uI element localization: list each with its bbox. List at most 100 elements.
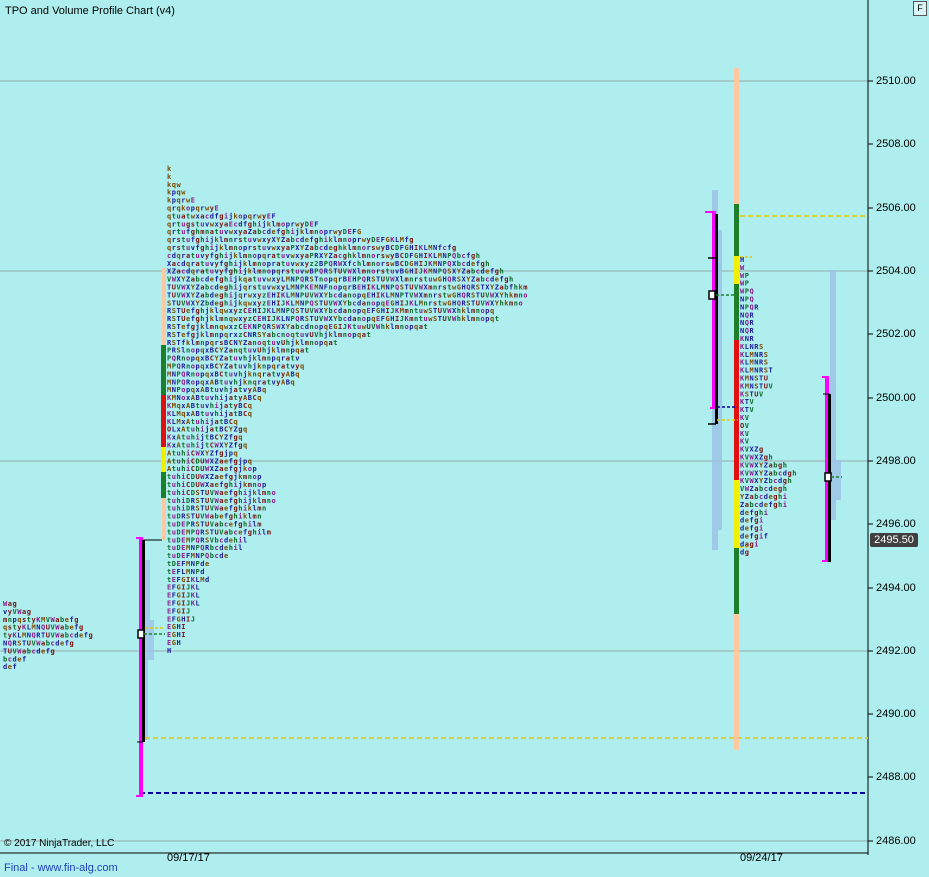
tpo-row: OV: [740, 422, 750, 430]
tpo-row: H: [740, 256, 744, 264]
tpo-row: tDEFMNPde: [167, 560, 209, 568]
tpo-row: NQR: [740, 319, 755, 327]
tpo-row: mnpqstyKMVWabefg: [3, 616, 78, 624]
week2-value-area: [734, 204, 739, 614]
tpo-row: KVWXZgh: [740, 454, 773, 462]
tpo-row: KSTUV: [740, 390, 764, 398]
tpo-row: H: [167, 647, 171, 655]
tpo-row: tuDEMNPQRbcdehil: [167, 544, 242, 552]
chart-window: Wag vyVWag mnpqstyKMVWabefg qstyKLMNQUVWabe…: [0, 0, 929, 877]
tpo-row: NPQR: [740, 303, 759, 311]
price-tick-label: 2502.00: [876, 328, 916, 340]
tpo-row: NQRSTUVWabcdefg: [3, 640, 74, 648]
price-tick-label: 2486.00: [876, 835, 916, 847]
tpo-row: tEFLMNPd: [167, 568, 204, 576]
tpo-row: EFGIJKL: [167, 592, 200, 600]
tpo-row: RSTefgjklmnpqrxzCNRSYabcnoqtuvUVhjklmnop…: [167, 331, 371, 339]
copyright-text: © 2017 NinjaTrader, LLC: [4, 838, 115, 849]
tpo-row: AtuhiCDUWXZaefgjkop: [167, 465, 257, 473]
tpo-row: tuhiDRSTUVWaefghiklmn: [167, 505, 266, 513]
price-tick-label: 2508.00: [876, 138, 916, 150]
tpo-row: qrstufghijklmnrstuvwxyXYZabcdefghiklmnop…: [167, 236, 413, 244]
tpo-row: qrtufghmnatuvwxyaZabcdefghijklmnoprwyDEF…: [167, 228, 361, 236]
tpo-row: KVWXYZabgh: [740, 461, 787, 469]
tpo-row: bcdef: [3, 655, 26, 663]
tpo-row: tEFGIKLMd: [167, 576, 209, 584]
tpo-row: def: [3, 663, 17, 671]
tpo-row: EGHI: [167, 631, 185, 639]
tpo-row: KxAtuhijtCWXYZfgq: [167, 442, 247, 450]
tpo-row: EGHI: [167, 623, 185, 631]
price-tick-label: 2506.00: [876, 202, 916, 214]
week1-value-area: [161, 345, 166, 498]
price-tick-label: 2500.00: [876, 392, 916, 404]
tpo-profile-prior: WagvyVWagmnpqstyKMVWabefgqstyKLMNQUVWabe…: [3, 600, 93, 671]
tpo-row: Zabcdefghi: [740, 501, 787, 509]
tpo-row: KLMNRST: [740, 367, 773, 375]
tpo-row: k: [167, 173, 172, 181]
tpo-row: kpqrwE: [167, 197, 195, 205]
price-tick-label: 2496.00: [876, 518, 916, 530]
tpo-row: KTV: [740, 406, 755, 414]
tpo-row: qrtugstuvwxyaEcdfghijklmoprwyDEF: [167, 220, 318, 228]
tpo-row: KMNSTU: [740, 375, 768, 383]
tpo-row: KVXZg: [740, 446, 763, 454]
tpo-row: tuhiCDSTUVWaefghijklmno: [167, 489, 276, 497]
tpo-row: Xacdqratuvyfghijklmnopratuvwxyz2BPQRWXfc…: [167, 260, 489, 268]
tpo-row: STUVWXYZbdeghijkqwxyzEHIJKLMNPQSTUVWXYbc…: [167, 299, 523, 307]
volume-profile-week1: [144, 560, 154, 740]
tpo-row: tuhiCDUWXZaefgjkmnop: [167, 473, 261, 481]
tpo-row: tuDEMPQRSVbcdehil: [167, 536, 247, 544]
date-label-week2: 09/24/17: [740, 852, 783, 864]
tpo-row: tuDRSTUVWabefghiklmn: [167, 513, 261, 521]
price-axis-ticks: [868, 80, 873, 842]
tpo-row: AtuhiCDUWXZaefgjpq: [167, 457, 252, 465]
tpo-profile-week2: HWWPWPWPQNPQNPQRNQRNQRNQRKNRKLNRSKLMNRSK…: [740, 256, 796, 556]
footer-link[interactable]: Final - www.fin-alg.com: [4, 862, 118, 874]
tpo-row: KV: [740, 430, 750, 438]
price-tick-label: 2498.00: [876, 455, 916, 467]
tpo-row: NQR: [740, 311, 755, 319]
tpo-row: PQRnopqxBCYZatuvhjklmnpqratv: [167, 355, 299, 363]
tpo-row: cdqratuvyfghijklmnopqratuvwxyaPRXYZacghk…: [167, 252, 480, 260]
tpo-row: NQR: [740, 327, 755, 335]
tpo-row: KMqxABtuvhijatyBCq: [167, 402, 252, 410]
tpo-row: defgi: [740, 517, 763, 525]
tpo-row: tuhiCDUWXaefghijkmnop: [167, 481, 266, 489]
price-tick-label: 2510.00: [876, 75, 916, 87]
tpo-row: RSTUefghjklmnqwxyzCEHIJKLNPQRSTUVWXYbcda…: [167, 315, 499, 323]
current-price-badge: 2495.50: [870, 533, 918, 547]
tpo-row: YZabcdeghi: [740, 493, 787, 501]
date-label-week1: 09/17/17: [167, 852, 210, 864]
tpo-row: kpqw: [167, 189, 186, 197]
tpo-row: qrstuvfghijklmnoprstuvwxyaPXYZabcdeghklm…: [167, 244, 456, 252]
tpo-row: TUVWXYZabdeghijqrwxyzEHIKLMNPUVWXYbcdano…: [167, 291, 527, 299]
tpo-row: KLMxAtuhijatBCq: [167, 418, 238, 426]
plot-area[interactable]: WagvyVWagmnpqstyKMVWabefgqstyKLMNQUVWabe…: [0, 0, 929, 877]
tpo-row: RSTefgjklmnqwxzCEKNPQRSWXYabcdnopqEGIJKt…: [167, 323, 428, 331]
tpo-row: WP: [740, 280, 749, 288]
tpo-row: dg: [740, 548, 749, 556]
tpo-row: KNR: [740, 335, 755, 343]
tpo-row: PRSlnopqxBCYZanqtuvUhjklmnpqat: [167, 347, 309, 355]
tpo-row: EFGHIJ: [167, 615, 195, 623]
tpo-row: WPQ: [740, 288, 754, 296]
tpo-row: RSTfklmnpqrsBCNYZanoqtuvUhjklmnopqat: [167, 339, 337, 347]
tpo-row: KxAtuhijtBCYZfgq: [167, 434, 242, 442]
tpo-row: KV: [740, 414, 750, 422]
tpo-row: AtuhiCWXYZfgjpq: [167, 449, 238, 457]
tpo-row: EGH: [167, 639, 181, 647]
tpo-row: tyKLMNQRTUVWabcdefg: [3, 632, 93, 640]
f-button[interactable]: F: [913, 1, 927, 16]
tpo-row: NPQ: [740, 296, 754, 304]
tpo-row: VWZabcdegh: [740, 485, 787, 493]
tpo-row: EFGIJ: [167, 607, 190, 615]
tpo-row: WP: [740, 272, 749, 280]
tpo-row: KMNSTUV: [740, 382, 774, 390]
tpo-row: Wag: [3, 600, 17, 608]
tpo-row: defghi: [740, 509, 768, 517]
tpo-row: defgi: [740, 525, 763, 533]
tpo-row: KLMNRS: [740, 359, 768, 367]
price-tick-label: 2492.00: [876, 645, 916, 657]
tpo-row: MPQRnopqxBCYZatuvhjknpqratvyq: [167, 363, 304, 371]
